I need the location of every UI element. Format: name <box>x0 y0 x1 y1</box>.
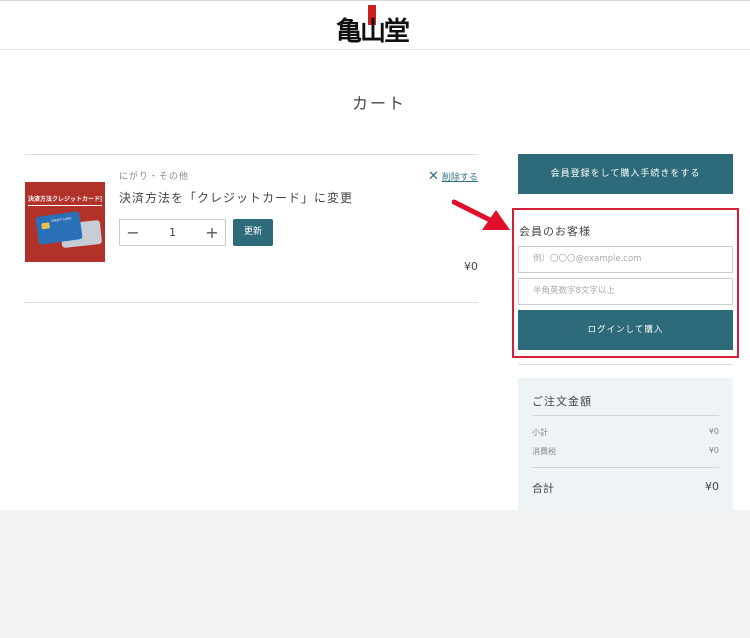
total-label: 合計 <box>532 482 554 495</box>
total-value: ¥0 <box>705 480 719 493</box>
password-field[interactable]: 半角英数字8文字以上 <box>518 278 733 305</box>
login-purchase-button[interactable]: ログインして購入 <box>518 310 733 350</box>
summary-divider <box>532 415 719 416</box>
tax-row: 消費税 ¥0 <box>532 446 719 457</box>
product-thumbnail[interactable]: 決済方法クレジットカード変更 CREDIT CARD <box>25 182 105 262</box>
minus-icon[interactable]: − <box>120 220 146 245</box>
subtotal-label: 小計 <box>532 428 548 437</box>
summary-title: ご注文金額 <box>532 395 592 408</box>
quantity-stepper: − 1 + <box>119 219 226 246</box>
item-price: ¥0 <box>464 260 478 273</box>
subtotal-row: 小計 ¥0 <box>532 427 719 438</box>
register-checkout-button[interactable]: 会員登録をして購入手続きをする <box>518 154 733 194</box>
delete-item-link[interactable]: ✕ 削除する <box>428 169 478 184</box>
subtotal-value: ¥0 <box>708 427 719 436</box>
tax-label: 消費税 <box>532 447 556 456</box>
plus-icon[interactable]: + <box>199 220 225 245</box>
total-row: 合計 ¥0 <box>532 480 719 496</box>
cart-top-divider <box>25 154 478 155</box>
logo-text: 亀山堂 <box>336 17 410 47</box>
product-name[interactable]: 決済方法を「クレジットカード」に変更 <box>119 189 353 206</box>
summary-divider <box>532 467 719 468</box>
thumbnail-caption: 決済方法クレジットカード変更 <box>28 194 102 206</box>
email-field[interactable]: 例）〇〇〇@example.com <box>518 246 733 273</box>
update-button[interactable]: 更新 <box>233 219 273 246</box>
product-category: にがり・その他 <box>119 172 189 182</box>
sidebar-divider <box>518 364 733 365</box>
page-title: カート <box>351 94 406 113</box>
quantity-input[interactable]: 1 <box>146 226 199 239</box>
delete-label: 削除する <box>441 173 478 183</box>
member-login-title: 会員のお客様 <box>519 225 591 238</box>
card-label: CREDIT CARD <box>50 216 72 224</box>
order-summary: ご注文金額 小計 ¥0 消費税 ¥0 合計 ¥0 <box>518 378 733 510</box>
card-chip <box>41 222 50 230</box>
cart-bottom-divider <box>25 302 478 303</box>
tax-value: ¥0 <box>708 446 719 455</box>
site-header: 亀山堂 <box>0 1 750 50</box>
site-logo[interactable]: 亀山堂 <box>336 5 422 49</box>
arrow-icon <box>452 199 510 230</box>
close-icon: ✕ <box>428 169 439 184</box>
